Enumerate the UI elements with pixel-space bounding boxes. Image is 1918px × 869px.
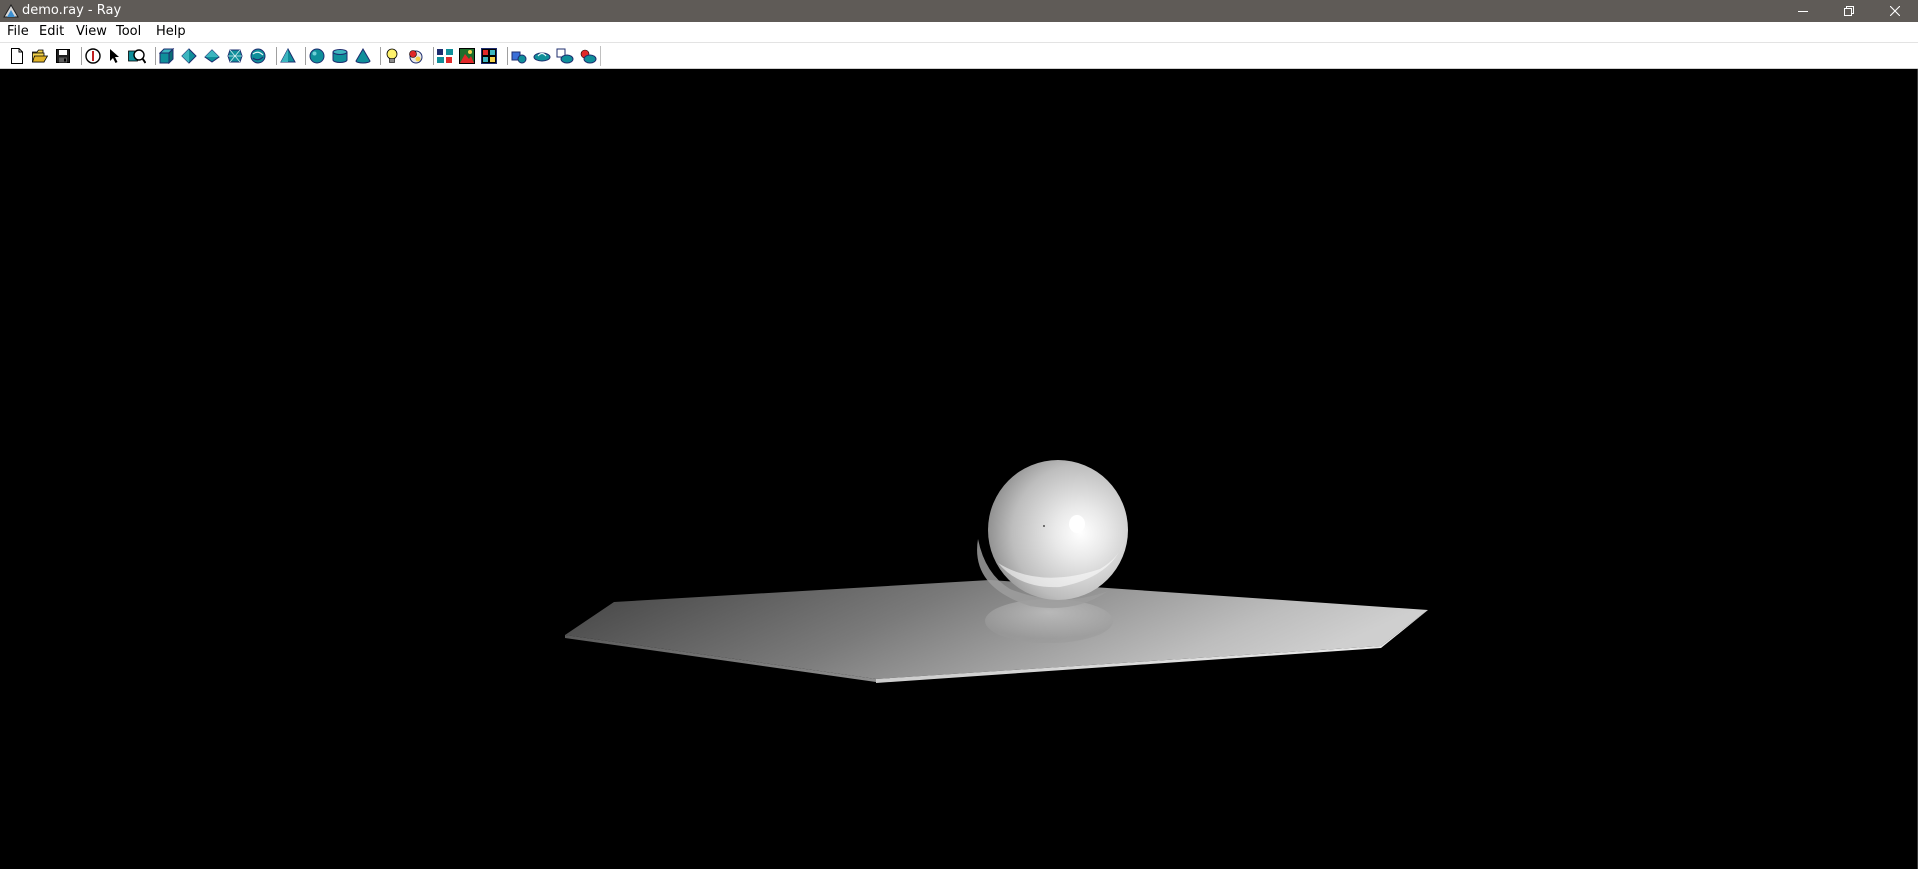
sphere-icon [309, 48, 325, 64]
menu-help[interactable]: Help [156, 24, 186, 40]
open-folder-icon [32, 49, 48, 63]
toolbar-separator [276, 47, 277, 65]
minimize-button[interactable] [1780, 0, 1826, 22]
app-icon [3, 4, 19, 18]
save-icon [56, 49, 70, 63]
close-icon [1890, 6, 1900, 16]
torus-icon [250, 48, 266, 64]
cone-button[interactable] [354, 47, 372, 65]
minimize-icon [1798, 11, 1808, 12]
scale-button[interactable] [556, 47, 574, 65]
toolbar-separator [507, 47, 508, 65]
sphere-dot [1043, 525, 1045, 527]
menu-tool[interactable]: Tool [116, 24, 141, 40]
sphere-highlight [1069, 515, 1085, 533]
zoom-icon [128, 49, 146, 64]
spot-light-icon [409, 50, 423, 64]
diamond-button[interactable] [180, 47, 198, 65]
save-button[interactable] [54, 47, 72, 65]
restore-icon [1844, 6, 1854, 16]
cylinder-button[interactable] [331, 47, 349, 65]
title-bar[interactable]: demo.ray - Ray [0, 0, 1918, 22]
cube-icon [159, 48, 175, 64]
torus-button[interactable] [249, 47, 267, 65]
restore-button[interactable] [1826, 0, 1872, 22]
light-button[interactable] [383, 47, 401, 65]
toolbar-separator [305, 47, 306, 65]
light-bulb-icon [386, 48, 398, 63]
material-icon [580, 49, 597, 64]
menu-bar: File Edit View Tool Help [0, 22, 1918, 42]
material-button[interactable] [579, 47, 597, 65]
menu-file[interactable]: File [7, 24, 29, 40]
select-arrow-icon [110, 49, 119, 63]
prism-button[interactable] [203, 47, 221, 65]
toolbar-end-divider [600, 46, 601, 66]
prism-icon [204, 49, 220, 63]
cone-icon [355, 48, 371, 64]
info-icon [85, 48, 101, 64]
toolbar-separator [380, 47, 381, 65]
window-title: demo.ray - Ray [22, 3, 122, 18]
rendered-scene [565, 460, 1428, 683]
zoom-button[interactable] [128, 47, 146, 65]
camera-view-button[interactable] [436, 47, 454, 65]
render-button[interactable] [458, 47, 476, 65]
cube-button[interactable] [158, 47, 176, 65]
image-icon [481, 48, 497, 64]
toolbar-separator [433, 47, 434, 65]
scale-icon [556, 48, 574, 64]
cylinder-icon [332, 49, 348, 63]
diamond-icon [181, 48, 197, 64]
select-button[interactable] [106, 47, 124, 65]
spot-light-button[interactable] [406, 47, 424, 65]
toolbar-separator [81, 47, 82, 65]
render-viewport[interactable] [0, 69, 1918, 869]
rotate-icon [511, 51, 527, 64]
rotate-button[interactable] [510, 47, 528, 65]
image-button[interactable] [480, 47, 498, 65]
mesh-icon [227, 49, 243, 63]
toolbar [0, 42, 1918, 69]
move-icon [533, 52, 551, 62]
pyramid-icon [280, 48, 296, 63]
app-window: demo.ray - Ray File Edit View Tool Help [0, 0, 1918, 869]
new-file-icon [11, 48, 23, 64]
mesh-button[interactable] [226, 47, 244, 65]
move-button[interactable] [533, 47, 551, 65]
camera-view-icon [437, 49, 453, 63]
menu-view[interactable]: View [76, 24, 107, 40]
menu-edit[interactable]: Edit [39, 24, 64, 40]
pyramid-button[interactable] [279, 47, 297, 65]
open-button[interactable] [31, 47, 49, 65]
render-icon [459, 48, 475, 64]
close-button[interactable] [1872, 0, 1918, 22]
sphere-button[interactable] [308, 47, 326, 65]
toolbar-separator [155, 47, 156, 65]
new-file-button[interactable] [8, 47, 26, 65]
info-button[interactable] [84, 47, 102, 65]
